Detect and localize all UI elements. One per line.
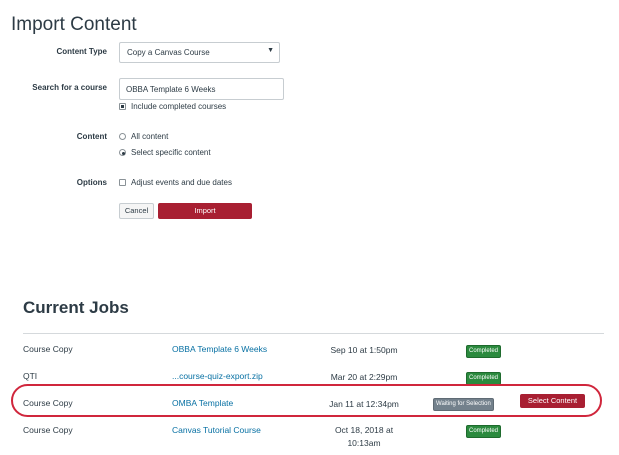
- specific-content-label: Select specific content: [131, 148, 211, 157]
- job-name-link[interactable]: ...course-quiz-export.zip: [172, 371, 263, 381]
- highlight-annotation: [11, 384, 602, 417]
- status-badge: Completed: [466, 345, 502, 358]
- job-type: QTI: [23, 371, 38, 381]
- content-label: Content: [76, 132, 107, 141]
- content-type-value: Copy a Canvas Course: [127, 48, 210, 57]
- job-name-link[interactable]: OBBA Template 6 Weeks: [172, 344, 267, 354]
- page-title: Import Content: [11, 14, 137, 35]
- adjust-dates-label: Adjust events and due dates: [131, 178, 232, 187]
- options-label: Options: [76, 178, 107, 187]
- all-content-radio[interactable]: [119, 133, 126, 140]
- content-type-select[interactable]: Copy a Canvas Course ▼: [119, 42, 280, 63]
- job-date-line2: 10:13am: [347, 438, 381, 448]
- specific-content-option[interactable]: Select specific content: [119, 148, 211, 157]
- dropdown-arrow-icon: ▼: [267, 47, 274, 54]
- current-jobs-title: Current Jobs: [23, 298, 129, 317]
- job-date-line1: Oct 18, 2018 at: [334, 425, 394, 435]
- all-content-label: All content: [131, 132, 169, 141]
- job-date: Sep 10 at 1:50pm: [330, 345, 398, 355]
- content-type-label: Content Type: [56, 47, 107, 56]
- job-date: Mar 20 at 2:29pm: [330, 372, 398, 382]
- job-type: Course Copy: [23, 344, 73, 354]
- adjust-dates-checkbox[interactable]: [119, 179, 126, 186]
- include-completed-option[interactable]: Include completed courses: [119, 102, 226, 111]
- cancel-button[interactable]: Cancel: [119, 203, 154, 219]
- all-content-option[interactable]: All content: [119, 132, 168, 141]
- job-name-link[interactable]: Canvas Tutorial Course: [172, 425, 261, 435]
- search-course-input[interactable]: OBBA Template 6 Weeks: [119, 78, 284, 100]
- include-completed-label: Include completed courses: [131, 102, 227, 111]
- include-completed-checkbox[interactable]: [119, 103, 126, 110]
- search-course-label: Search for a course: [32, 83, 107, 92]
- job-date: Oct 18, 2018 at 10:13am: [319, 424, 409, 450]
- job-type: Course Copy: [23, 425, 73, 435]
- search-course-value: OBBA Template 6 Weeks: [126, 85, 216, 94]
- specific-content-radio[interactable]: [119, 149, 126, 156]
- jobs-divider: [23, 333, 604, 334]
- status-badge: Completed: [466, 425, 502, 438]
- adjust-dates-option[interactable]: Adjust events and due dates: [119, 178, 232, 187]
- import-button[interactable]: Import: [158, 203, 252, 219]
